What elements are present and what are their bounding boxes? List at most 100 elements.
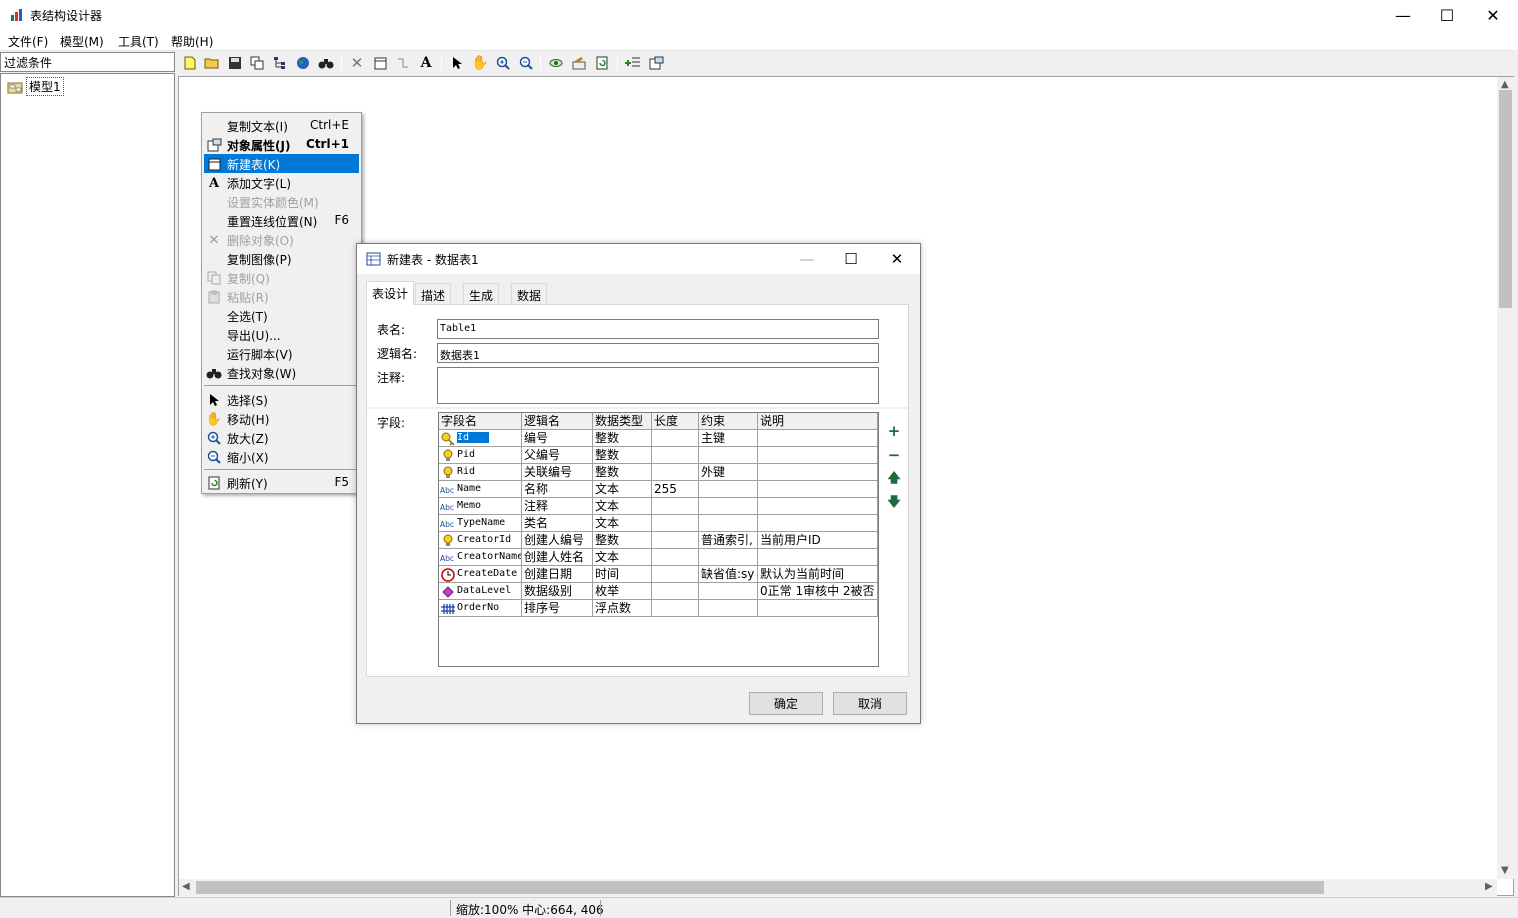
add-list-icon[interactable] xyxy=(624,54,642,72)
grid-cell-type[interactable]: 整数 xyxy=(593,464,652,481)
close-button[interactable]: ✕ xyxy=(1470,0,1516,31)
dialog-maximize-button[interactable]: ☐ xyxy=(829,244,873,274)
globe-icon[interactable] xyxy=(294,54,312,72)
fields-grid[interactable]: 字段名 逻辑名 数据类型 长度 约束 说明 Id 编号 整数 主键 Pid 父编号 整数 Ri… xyxy=(438,412,879,667)
grid-cell-desc[interactable] xyxy=(758,447,878,464)
grid-cell-type[interactable]: 文本 xyxy=(593,498,652,515)
grid-cell-constraint[interactable] xyxy=(699,481,758,498)
ctx-zoom-in[interactable]: 放大(Z) xyxy=(204,428,359,447)
column-header[interactable]: 数据类型 xyxy=(593,413,652,430)
grid-cell-type[interactable]: 文本 xyxy=(593,549,652,566)
grid-cell-desc[interactable] xyxy=(758,430,878,447)
grid-cell-logical[interactable]: 名称 xyxy=(522,481,593,498)
tab-data[interactable]: 数据 xyxy=(511,283,548,304)
ctx-find-object[interactable]: 查找对象(W) xyxy=(204,363,359,382)
tab-generate[interactable]: 生成 xyxy=(463,283,500,304)
table-row[interactable]: CreatorId 创建人编号 整数 普通索引, 当前用户ID xyxy=(439,532,878,549)
table-row[interactable]: Id 编号 整数 主键 xyxy=(439,430,878,447)
grid-cell-constraint[interactable] xyxy=(699,583,758,600)
save-icon[interactable] xyxy=(226,54,244,72)
grid-cell-desc[interactable]: 当前用户ID xyxy=(758,532,878,549)
remove-field-icon[interactable]: − xyxy=(887,446,901,464)
tree-item-model[interactable]: 模型1 xyxy=(7,77,64,96)
ctx-export[interactable]: 导出(U)... xyxy=(204,325,359,344)
dialog-close-button[interactable]: ✕ xyxy=(875,244,919,274)
zoom-out-icon[interactable] xyxy=(517,54,535,72)
grid-cell-length[interactable] xyxy=(652,583,699,600)
text-a-icon[interactable]: A xyxy=(417,54,435,72)
grid-cell-constraint[interactable] xyxy=(699,498,758,515)
select-arrow-icon[interactable] xyxy=(448,54,466,72)
grid-cell-name[interactable]: Abc TypeName xyxy=(439,515,522,532)
table-row[interactable]: Rid 关联编号 整数 外键 xyxy=(439,464,878,481)
column-header[interactable]: 约束 xyxy=(699,413,758,430)
grid-cell-length[interactable] xyxy=(652,515,699,532)
grid-cell-desc[interactable]: 默认为当前时间 xyxy=(758,566,878,583)
zoom-in-icon[interactable] xyxy=(494,54,512,72)
grid-cell-desc[interactable] xyxy=(758,464,878,481)
ctx-new-table[interactable]: 新建表(K) xyxy=(204,154,359,173)
ctx-reset-links[interactable]: 重置连线位置(N) F6 xyxy=(204,211,359,230)
binoculars-icon[interactable] xyxy=(317,54,335,72)
new-file-icon[interactable] xyxy=(181,54,199,72)
table-row[interactable]: Abc CreatorName 创建人姓名 文本 xyxy=(439,549,878,566)
ctx-copy[interactable]: 复制(Q) xyxy=(204,268,359,287)
grid-cell-name[interactable]: Id xyxy=(439,430,522,447)
grid-cell-logical[interactable]: 创建人姓名 xyxy=(522,549,593,566)
grid-cell-desc[interactable] xyxy=(758,515,878,532)
column-header[interactable]: 逻辑名 xyxy=(522,413,593,430)
ctx-move[interactable]: ✋ 移动(H) xyxy=(204,409,359,428)
grid-cell-type[interactable]: 文本 xyxy=(593,481,652,498)
grid-cell-constraint[interactable] xyxy=(699,549,758,566)
grid-cell-length[interactable]: 255 xyxy=(652,481,699,498)
move-up-icon[interactable]: 🡅 xyxy=(887,471,901,487)
grid-cell-logical[interactable]: 编号 xyxy=(522,430,593,447)
ctx-paste[interactable]: 粘贴(R) xyxy=(204,287,359,306)
ctx-refresh[interactable]: 刷新(Y) F5 xyxy=(204,473,359,492)
dialog-minimize-button[interactable]: — xyxy=(785,244,829,274)
ctx-delete-object[interactable]: ✕ 删除对象(O) xyxy=(204,230,359,249)
column-header[interactable]: 字段名 xyxy=(439,413,522,430)
ctx-run-script[interactable]: 运行脚本(V) xyxy=(204,344,359,363)
menu-model[interactable]: 模型(M) xyxy=(60,33,104,50)
refresh-page-icon[interactable] xyxy=(593,54,611,72)
column-header[interactable]: 说明 xyxy=(758,413,878,430)
ctx-zoom-out[interactable]: 缩小(X) xyxy=(204,447,359,466)
tree-structure-icon[interactable] xyxy=(271,54,289,72)
grid-cell-constraint[interactable]: 外键 xyxy=(699,464,758,481)
maximize-button[interactable]: ☐ xyxy=(1424,0,1470,31)
cancel-button[interactable]: 取消 xyxy=(833,692,907,715)
image-edit-icon[interactable] xyxy=(570,54,588,72)
tab-table-design[interactable]: 表设计 xyxy=(366,281,415,305)
open-folder-icon[interactable] xyxy=(203,54,221,72)
grid-cell-name[interactable]: Pid xyxy=(439,447,522,464)
menu-file[interactable]: 文件(F) xyxy=(8,33,48,50)
grid-cell-type[interactable]: 整数 xyxy=(593,430,652,447)
grid-cell-length[interactable] xyxy=(652,498,699,515)
ctx-set-entity-color[interactable]: 设置实体颜色(M) xyxy=(204,192,359,211)
ctx-object-properties[interactable]: 对象属性(J) Ctrl+1 xyxy=(204,135,359,154)
eye-icon[interactable] xyxy=(547,54,565,72)
hand-icon[interactable]: ✋ xyxy=(471,54,489,72)
grid-cell-name[interactable]: CreateDate xyxy=(439,566,522,583)
grid-cell-length[interactable] xyxy=(652,600,699,617)
table-row[interactable]: Pid 父编号 整数 xyxy=(439,447,878,464)
grid-cell-type[interactable]: 浮点数 xyxy=(593,600,652,617)
grid-cell-constraint[interactable]: 缺省值:sy xyxy=(699,566,758,583)
grid-cell-length[interactable] xyxy=(652,549,699,566)
table-icon[interactable] xyxy=(371,54,389,72)
grid-cell-logical[interactable]: 注释 xyxy=(522,498,593,515)
grid-cell-name[interactable]: DataLevel xyxy=(439,583,522,600)
copy-windows-icon[interactable] xyxy=(248,54,266,72)
grid-cell-constraint[interactable]: 普通索引, xyxy=(699,532,758,549)
grid-cell-name[interactable]: Abc Memo xyxy=(439,498,522,515)
table-row[interactable]: CreateDate 创建日期 时间 缺省值:sy 默认为当前时间 xyxy=(439,566,878,583)
table-row[interactable]: Abc Memo 注释 文本 xyxy=(439,498,878,515)
grid-cell-desc[interactable] xyxy=(758,481,878,498)
column-header[interactable]: 长度 xyxy=(652,413,699,430)
grid-cell-constraint[interactable]: 主键 xyxy=(699,430,758,447)
grid-cell-logical[interactable]: 排序号 xyxy=(522,600,593,617)
grid-cell-constraint[interactable] xyxy=(699,447,758,464)
table-name-input[interactable]: Table1 xyxy=(437,319,879,339)
grid-cell-name[interactable]: Rid xyxy=(439,464,522,481)
